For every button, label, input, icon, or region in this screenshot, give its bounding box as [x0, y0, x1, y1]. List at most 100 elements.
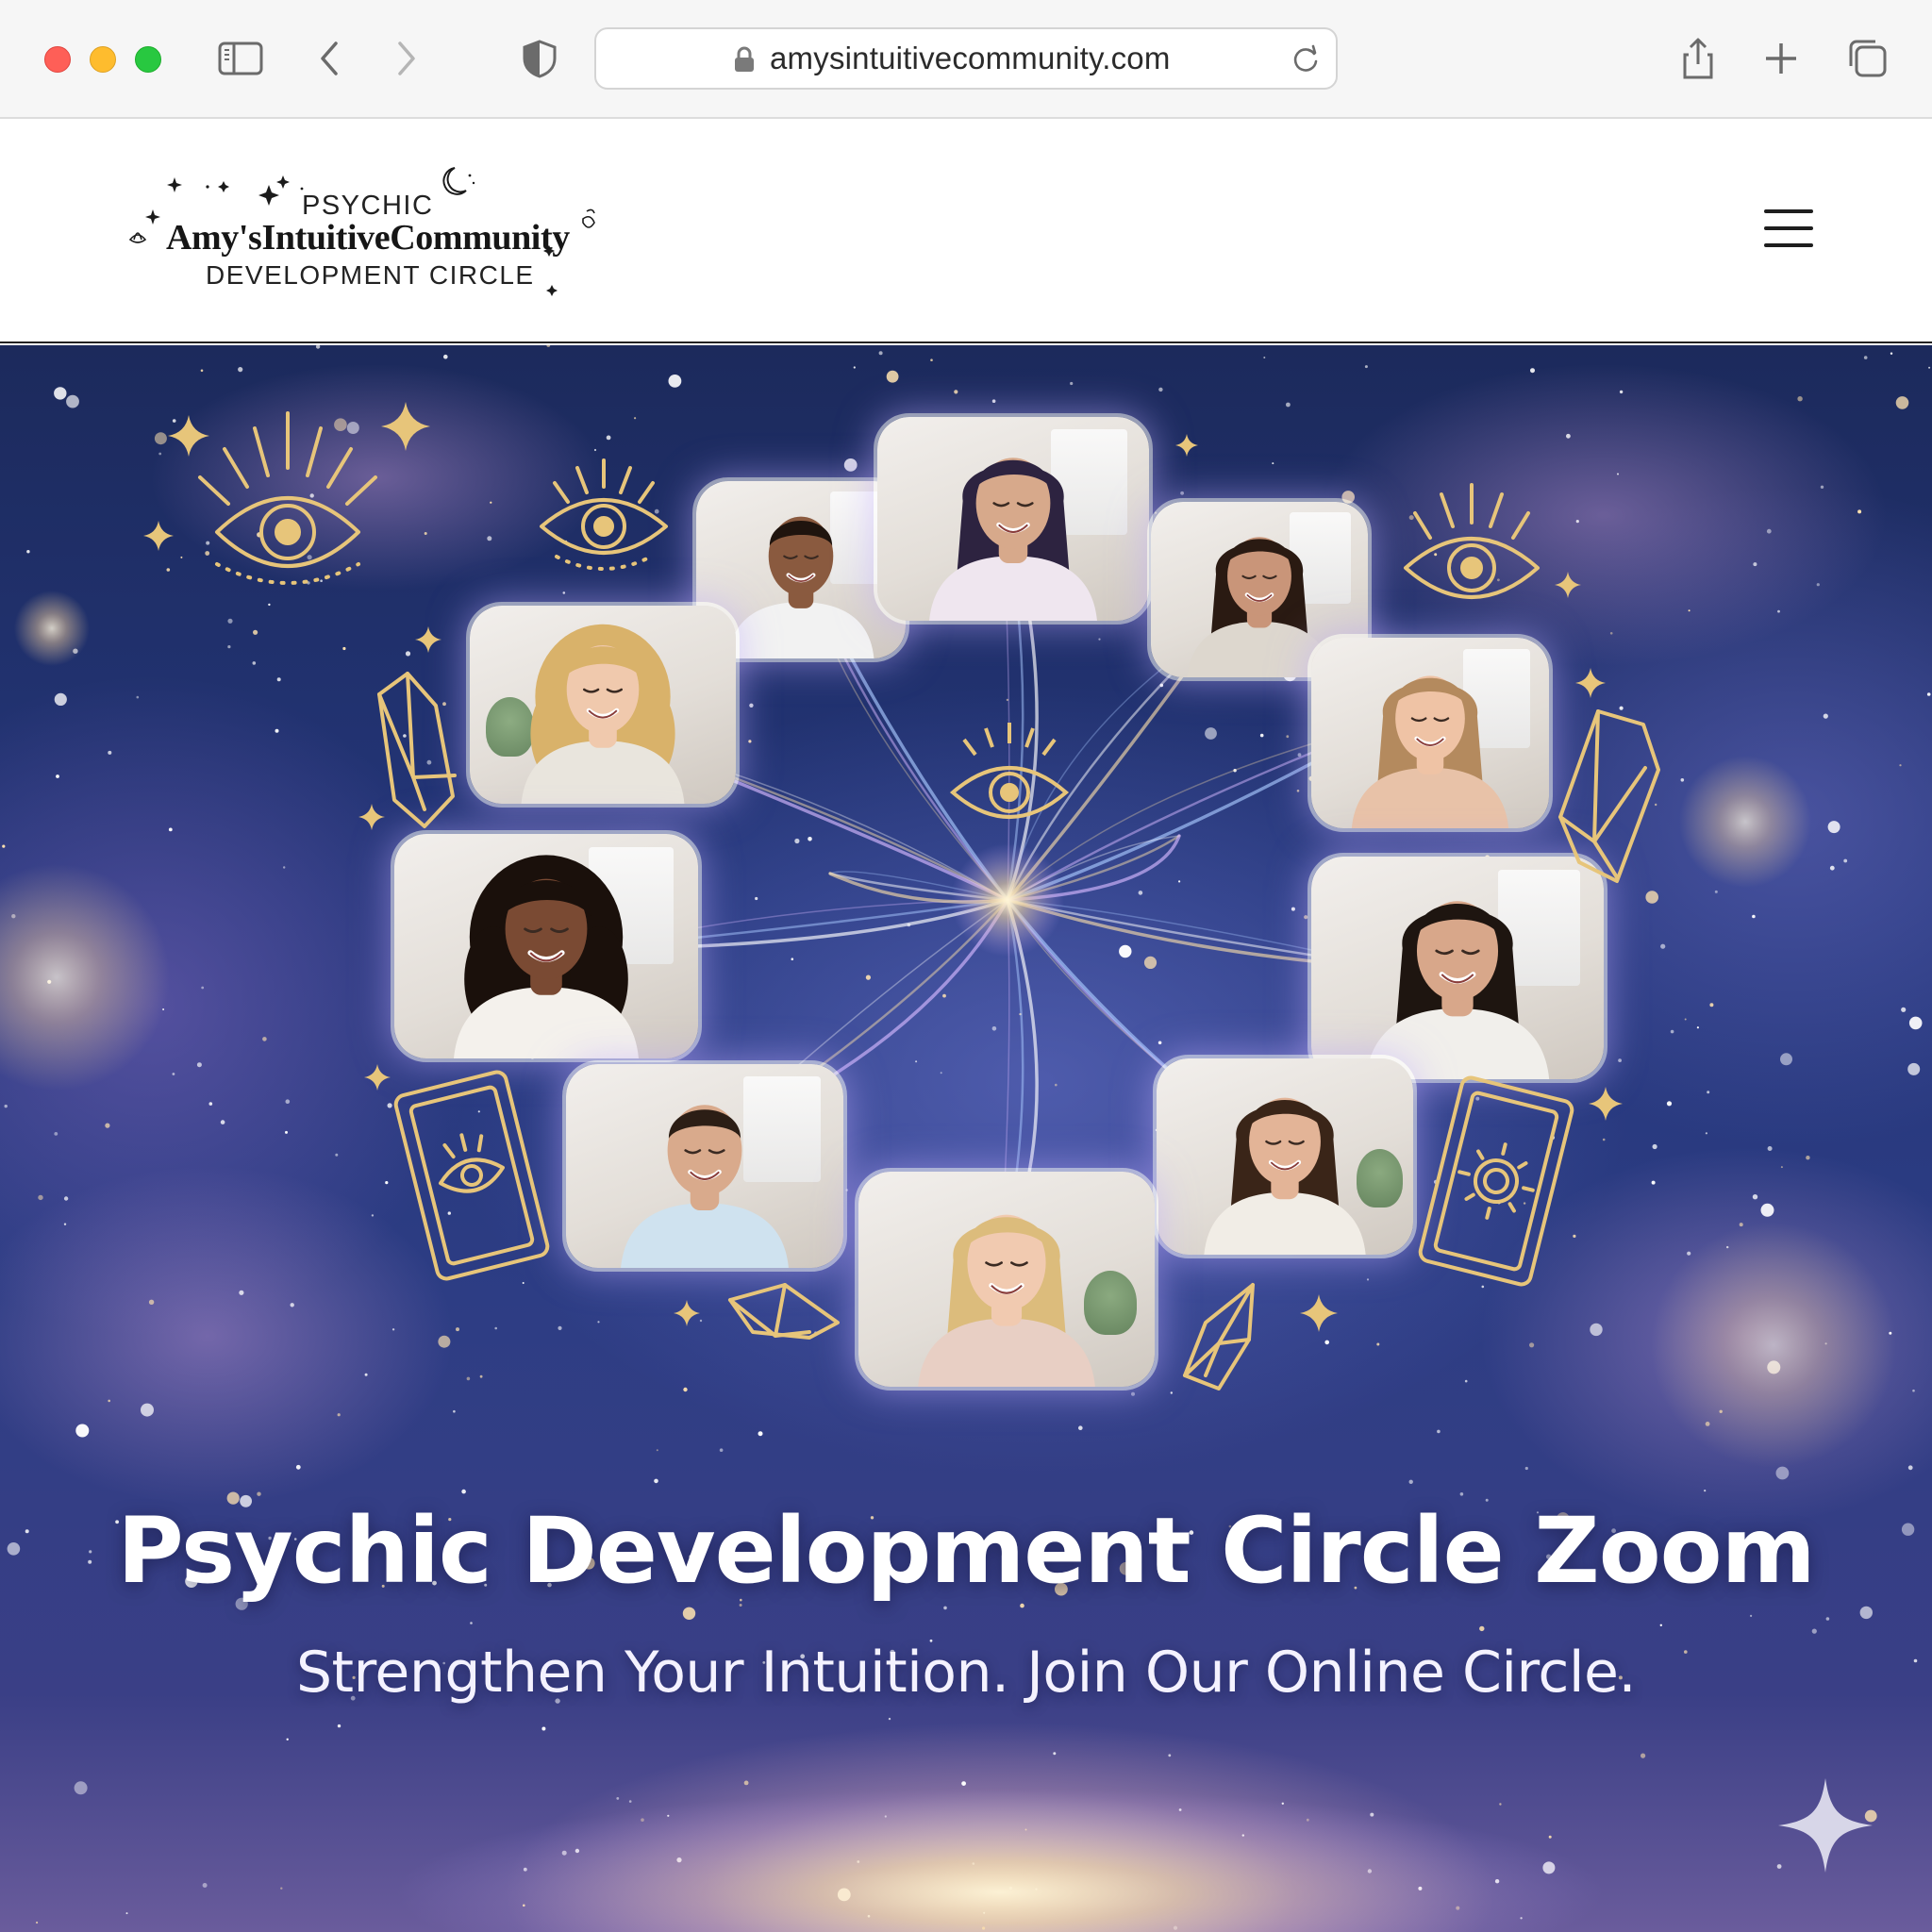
- share-icon[interactable]: [1672, 32, 1724, 85]
- forward-arrow-icon[interactable]: [379, 32, 432, 85]
- star: [1530, 368, 1535, 374]
- star: [172, 419, 176, 423]
- participant-portrait: [454, 855, 639, 1058]
- star: [1366, 1278, 1370, 1281]
- star: [1053, 1752, 1057, 1756]
- star: [1750, 1614, 1753, 1617]
- new-tab-plus-icon[interactable]: [1755, 32, 1807, 85]
- star: [1680, 778, 1685, 782]
- participant-video-tile[interactable]: [855, 1168, 1158, 1391]
- star: [426, 759, 432, 765]
- star: [391, 1328, 395, 1331]
- star: [158, 452, 162, 456]
- star: [202, 1883, 208, 1888]
- star: [739, 1604, 742, 1607]
- star: [1752, 1194, 1758, 1200]
- star: [1376, 1342, 1380, 1346]
- star: [1433, 1179, 1439, 1184]
- participant-video-tile[interactable]: [1307, 853, 1607, 1083]
- star: [1286, 735, 1290, 739]
- hero-title: Psychic Development Circle Zoom: [117, 1498, 1815, 1604]
- privacy-shield-icon[interactable]: [513, 32, 566, 85]
- star: [477, 1110, 480, 1113]
- participant-video-tile[interactable]: [1307, 634, 1553, 832]
- star: [794, 838, 800, 844]
- star: [227, 645, 231, 649]
- star: [290, 1303, 294, 1307]
- hamburger-menu-icon[interactable]: [1764, 209, 1817, 251]
- star: [1907, 1062, 1921, 1075]
- star: [1659, 1624, 1663, 1627]
- reload-icon[interactable]: [1289, 42, 1323, 76]
- star: [656, 1449, 658, 1452]
- star: [1655, 803, 1657, 807]
- star: [1912, 1389, 1915, 1392]
- star: [791, 958, 794, 960]
- star: [699, 1319, 703, 1323]
- star: [54, 692, 67, 706]
- star: [227, 618, 233, 624]
- star: [490, 501, 492, 504]
- zoom-window-button[interactable]: [135, 46, 161, 73]
- star: [562, 591, 566, 594]
- star: [541, 1726, 546, 1731]
- star: [1707, 1091, 1710, 1094]
- site-logo[interactable]: PSYCHIC Amy'sIntuitiveCommunity DEVELOPM…: [123, 160, 613, 302]
- star: [220, 1120, 225, 1124]
- sidebar-toggle-icon[interactable]: [214, 32, 267, 85]
- star: [461, 1489, 466, 1494]
- star: [257, 1491, 261, 1496]
- star: [286, 1738, 289, 1741]
- star: [1408, 1479, 1413, 1485]
- star: [447, 1211, 451, 1215]
- star: [1829, 865, 1835, 871]
- star: [4, 1104, 8, 1108]
- star: [275, 728, 279, 733]
- star: [1408, 515, 1414, 521]
- star: [257, 532, 262, 538]
- star: [154, 432, 167, 445]
- star: [1666, 1101, 1673, 1107]
- lock-icon: [735, 46, 754, 72]
- star: [606, 435, 611, 441]
- participant-video-tile[interactable]: [562, 1060, 847, 1272]
- star: [954, 390, 958, 394]
- tab-overview-icon[interactable]: [1841, 32, 1894, 85]
- star: [1752, 914, 1756, 919]
- star: [166, 568, 171, 572]
- star: [238, 367, 243, 373]
- star: [1609, 632, 1613, 635]
- star: [1590, 1323, 1603, 1337]
- participant-portrait: [1351, 675, 1509, 828]
- participant-video-tile[interactable]: [1153, 1055, 1417, 1258]
- star: [943, 1606, 947, 1610]
- logo-line-development-circle: DEVELOPMENT CIRCLE: [206, 260, 535, 290]
- star: [180, 556, 183, 558]
- star: [1629, 787, 1632, 790]
- star: [743, 1780, 749, 1786]
- star: [1645, 891, 1658, 904]
- minimize-window-button[interactable]: [90, 46, 116, 73]
- star: [307, 555, 312, 560]
- star: [443, 354, 448, 359]
- star: [54, 387, 67, 400]
- participant-video-tile[interactable]: [391, 830, 702, 1062]
- star: [749, 703, 754, 708]
- star: [628, 1800, 632, 1803]
- star: [940, 1072, 942, 1074]
- star: [1908, 1016, 1923, 1030]
- address-bar[interactable]: amysintuitivecommunity.com: [594, 27, 1338, 90]
- close-window-button[interactable]: [44, 46, 71, 73]
- star: [200, 369, 204, 373]
- star: [1907, 1465, 1913, 1471]
- star: [1170, 1391, 1174, 1394]
- star: [1498, 1191, 1501, 1193]
- star: [1652, 1143, 1657, 1150]
- star: [1899, 764, 1902, 767]
- participant-video-tile[interactable]: [874, 413, 1153, 625]
- star: [522, 1282, 525, 1284]
- participant-video-tile[interactable]: [466, 602, 740, 808]
- star: [915, 1060, 918, 1063]
- back-arrow-icon[interactable]: [304, 32, 357, 85]
- star: [1205, 727, 1217, 740]
